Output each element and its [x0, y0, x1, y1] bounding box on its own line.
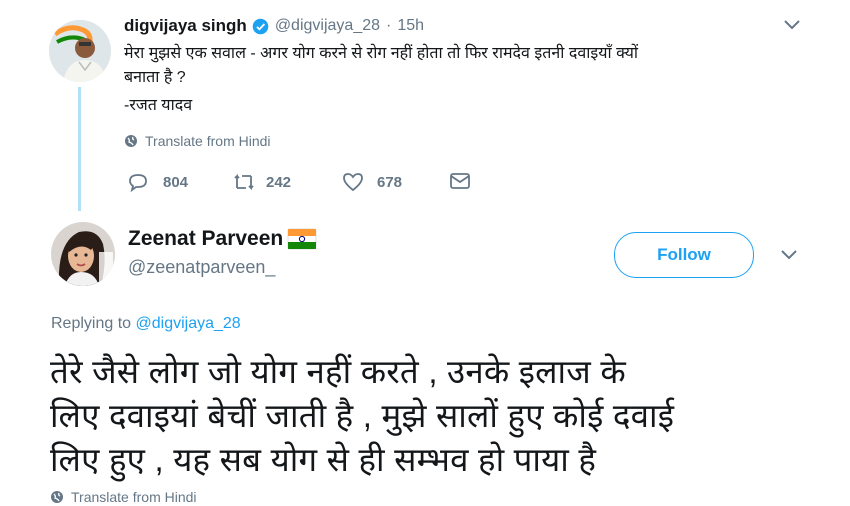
message-button[interactable] — [449, 172, 471, 190]
author-name[interactable]: digvijaya singh — [124, 16, 247, 36]
reply-button[interactable]: 804 — [127, 171, 188, 193]
replying-to: Replying to @digvijaya_28 — [51, 315, 241, 333]
reply-text: तेरे जैसे लोग जो योग नहीं करते , उनके इल… — [50, 350, 810, 482]
replying-to-handle[interactable]: @digvijaya_28 — [136, 315, 241, 332]
translate-label: Translate from Hindi — [145, 133, 271, 149]
retweet-count: 242 — [266, 173, 292, 191]
thread-line — [78, 87, 81, 211]
chevron-down-icon[interactable] — [779, 248, 799, 267]
avatar-zeenat[interactable] — [51, 222, 115, 286]
reply-author-row: Zeenat Parveen — [128, 226, 317, 252]
avatar-digvijaya[interactable] — [49, 20, 111, 82]
translate-link[interactable]: Translate from Hindi — [124, 132, 271, 150]
like-button[interactable]: 678 — [341, 171, 402, 193]
separator-dot: · — [386, 17, 392, 34]
reply-author-handle[interactable]: @zeenatparveen_ — [128, 257, 275, 278]
tweet-text-line: मेरा मुझसे एक सवाल - अगर योग करने से रोग… — [124, 45, 639, 62]
tweet-header: digvijaya singh @digvijaya_28 · 15h — [124, 14, 424, 38]
globe-icon — [124, 134, 138, 148]
envelope-icon — [449, 172, 471, 190]
chevron-down-icon[interactable] — [782, 18, 802, 37]
tweet-time[interactable]: 15h — [397, 17, 424, 35]
reply-count: 804 — [163, 173, 189, 191]
replying-prefix: Replying to — [51, 315, 132, 332]
india-flag-icon — [287, 228, 317, 250]
reply-text-line: तेरे जैसे लोग जो योग नहीं करते , उनके इल… — [50, 353, 626, 390]
verified-badge-icon — [252, 18, 269, 35]
reply-icon — [127, 172, 149, 192]
heart-icon — [341, 171, 365, 193]
tweet-text-line: बनाता है ? — [124, 69, 186, 86]
reply-text-line: लिए हुए , यह सब योग से ही सम्भव हो पाया … — [50, 441, 597, 478]
tweet-text-line: -रजत यादव — [124, 97, 193, 114]
retweet-button[interactable]: 242 — [232, 171, 291, 193]
reply-author-name[interactable]: Zeenat Parveen — [128, 227, 283, 251]
retweet-icon — [232, 172, 256, 192]
author-handle[interactable]: @digvijaya_28 — [275, 17, 380, 35]
reply-text-line: लिए दवाइयां बेचीं जाती है , मुझे सालों ह… — [50, 397, 675, 434]
tweet-text: मेरा मुझसे एक सवाल - अगर योग करने से रोग… — [124, 42, 814, 118]
follow-button[interactable]: Follow — [614, 232, 754, 278]
translate-label: Translate from Hindi — [71, 489, 197, 505]
globe-icon — [50, 490, 64, 504]
like-count: 678 — [377, 173, 403, 191]
reply-translate-link[interactable]: Translate from Hindi — [50, 488, 197, 506]
